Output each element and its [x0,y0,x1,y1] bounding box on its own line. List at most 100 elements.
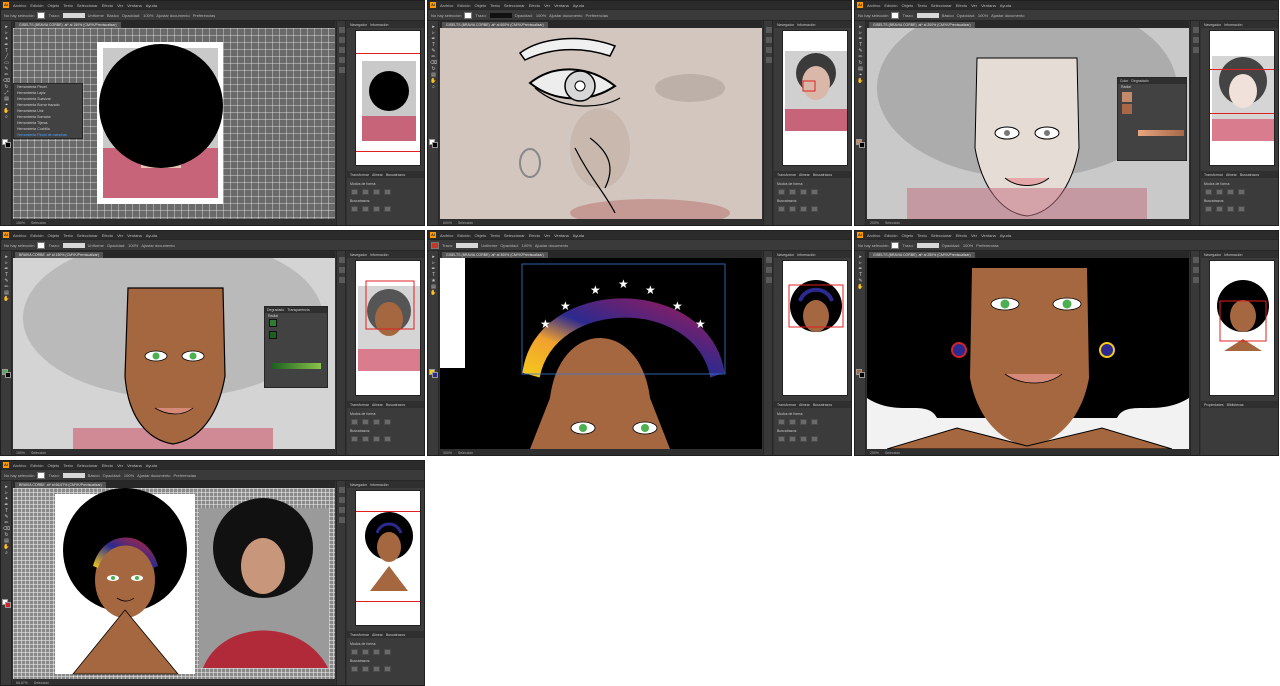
gradient-tool-icon[interactable]: ▤ [430,285,437,290]
intersect-button[interactable] [373,649,380,655]
unite-button[interactable] [351,189,358,195]
minus-front-button[interactable] [789,419,796,425]
line-tool-icon[interactable]: ╱ [3,55,10,60]
menu-ventana[interactable]: Ventana [981,233,996,238]
menu-ventana[interactable]: Ventana [554,233,569,238]
doc-setup-button[interactable]: Ajustar documento [137,473,170,478]
document-tab[interactable]: GISELTS (BRAVIA CORBE) .ai* al 300% (CMY… [442,251,548,258]
menu-edicion[interactable]: Edición [457,3,470,8]
hand-tool-icon[interactable]: ✋ [857,285,864,290]
magic-wand-icon[interactable]: ✦ [3,37,10,42]
basic-label[interactable]: Básico [942,13,954,18]
pencil-tool-icon[interactable]: ✏ [430,55,437,60]
document-tab[interactable]: BRAVIA CORBE .ai* al 66,67% (CMYK/Previs… [15,481,106,488]
direct-selection-tool-icon[interactable]: ▹ [857,31,864,36]
crop-button[interactable] [811,436,818,442]
fill-swatch[interactable] [37,11,46,19]
menu-objeto[interactable]: Objeto [47,233,59,238]
menu-ver[interactable]: Ver [117,3,123,8]
uniform-label[interactable]: Uniforme [88,13,104,18]
zoom-tool-icon[interactable]: ⌕ [3,551,10,556]
intersect-button[interactable] [800,419,807,425]
opacity-value[interactable]: 100% [978,13,988,18]
paintbrush-tool-icon[interactable]: ✎ [857,49,864,54]
tab-align[interactable]: Alinear [1226,173,1237,177]
menu-texto[interactable]: Texto [917,3,927,8]
zoom-level[interactable]: 250% [870,451,879,455]
merge-button[interactable] [373,436,380,442]
tab-align[interactable]: Alinear [799,403,810,407]
eyedropper-tool-icon[interactable]: ⌖ [3,103,10,108]
menu-seleccionar[interactable]: Seleccionar [77,233,98,238]
navigator-icon[interactable] [1193,257,1199,263]
tab-transform[interactable]: Transformar [350,633,369,637]
gradient-tool-icon[interactable]: ▤ [3,97,10,102]
unite-button[interactable] [351,419,358,425]
stroke-color-swatch[interactable] [5,142,11,148]
divide-button[interactable] [778,436,785,442]
menu-seleccionar[interactable]: Seleccionar [504,233,525,238]
menu-texto[interactable]: Texto [63,463,73,468]
doc-setup-button[interactable]: Ajustar documento [156,13,189,18]
magic-wand-icon[interactable]: ✦ [3,497,10,502]
tab-align[interactable]: Alinear [372,403,383,407]
selection-tool-icon[interactable]: ▸ [857,255,864,260]
tab-transform[interactable]: Transformar [350,173,369,177]
menu-ventana[interactable]: Ventana [127,463,142,468]
exclude-button[interactable] [811,419,818,425]
stroke-width-field[interactable] [62,12,85,18]
merge-button[interactable] [800,206,807,212]
unite-button[interactable] [778,419,785,425]
menu-seleccionar[interactable]: Seleccionar [931,233,952,238]
zoom-tool-icon[interactable]: ⌕ [430,85,437,90]
flyout-item[interactable]: Herramienta Pincel de manchas [14,132,82,138]
menu-archivo[interactable]: Archivo [13,233,26,238]
navigator-icon[interactable] [766,257,772,263]
navigator-icon[interactable] [339,257,345,263]
color-icon[interactable] [1193,267,1199,273]
color-icon[interactable] [339,497,345,503]
rotate-tool-icon[interactable]: ↻ [857,61,864,66]
menu-ventana[interactable]: Ventana [554,3,569,8]
doc-setup-button[interactable]: Ajustar documento [535,243,568,248]
gradient-type-label[interactable]: Radial [1118,84,1186,90]
stroke-color-swatch[interactable] [859,142,865,148]
color-icon[interactable] [766,267,772,273]
type-tool-icon[interactable]: T [3,49,10,54]
trim-button[interactable] [789,436,796,442]
menu-ventana[interactable]: Ventana [127,3,142,8]
tab-info[interactable]: Información [797,253,815,257]
stroke-width-field[interactable] [916,242,939,248]
selection-tool-icon[interactable]: ▸ [3,255,10,260]
direct-selection-tool-icon[interactable]: ▹ [3,261,10,266]
color-icon[interactable] [339,37,345,43]
menu-efecto[interactable]: Efecto [102,463,113,468]
artboard-canvas[interactable] [13,488,335,679]
navigator-icon[interactable] [339,27,345,33]
merge-button[interactable] [373,666,380,672]
menu-objeto[interactable]: Objeto [901,233,913,238]
navigator-view-box[interactable] [1210,113,1274,114]
zoom-level[interactable]: 150% [16,221,25,225]
menu-edicion[interactable]: Edición [30,233,43,238]
zoom-tool-icon[interactable]: ⌕ [3,115,10,120]
opacity-value[interactable]: 100% [143,13,153,18]
menu-edicion[interactable]: Edición [30,3,43,8]
type-tool-icon[interactable]: T [857,43,864,48]
artboard-canvas[interactable]: ★ ★ ★ ★ ★ ★ ★ [440,258,762,449]
navigator-icon[interactable] [1193,27,1199,33]
document-tab[interactable]: GISELTS (BRAVIA CORBE) .ai* al 250% (CMY… [869,251,975,258]
menu-ayuda[interactable]: Ayuda [146,233,157,238]
menu-ayuda[interactable]: Ayuda [146,3,157,8]
crop-button[interactable] [1238,206,1245,212]
rotate-tool-icon[interactable]: ↻ [3,533,10,538]
color-icon[interactable] [1193,37,1199,43]
menu-efecto[interactable]: Efecto [529,3,540,8]
pen-tool-icon[interactable]: ✒ [3,43,10,48]
menu-ver[interactable]: Ver [971,3,977,8]
hand-tool-icon[interactable]: ✋ [430,291,437,296]
unite-button[interactable] [778,189,785,195]
menu-efecto[interactable]: Efecto [956,233,967,238]
menu-ayuda[interactable]: Ayuda [1000,3,1011,8]
gradient-tool-icon[interactable]: ▤ [857,67,864,72]
